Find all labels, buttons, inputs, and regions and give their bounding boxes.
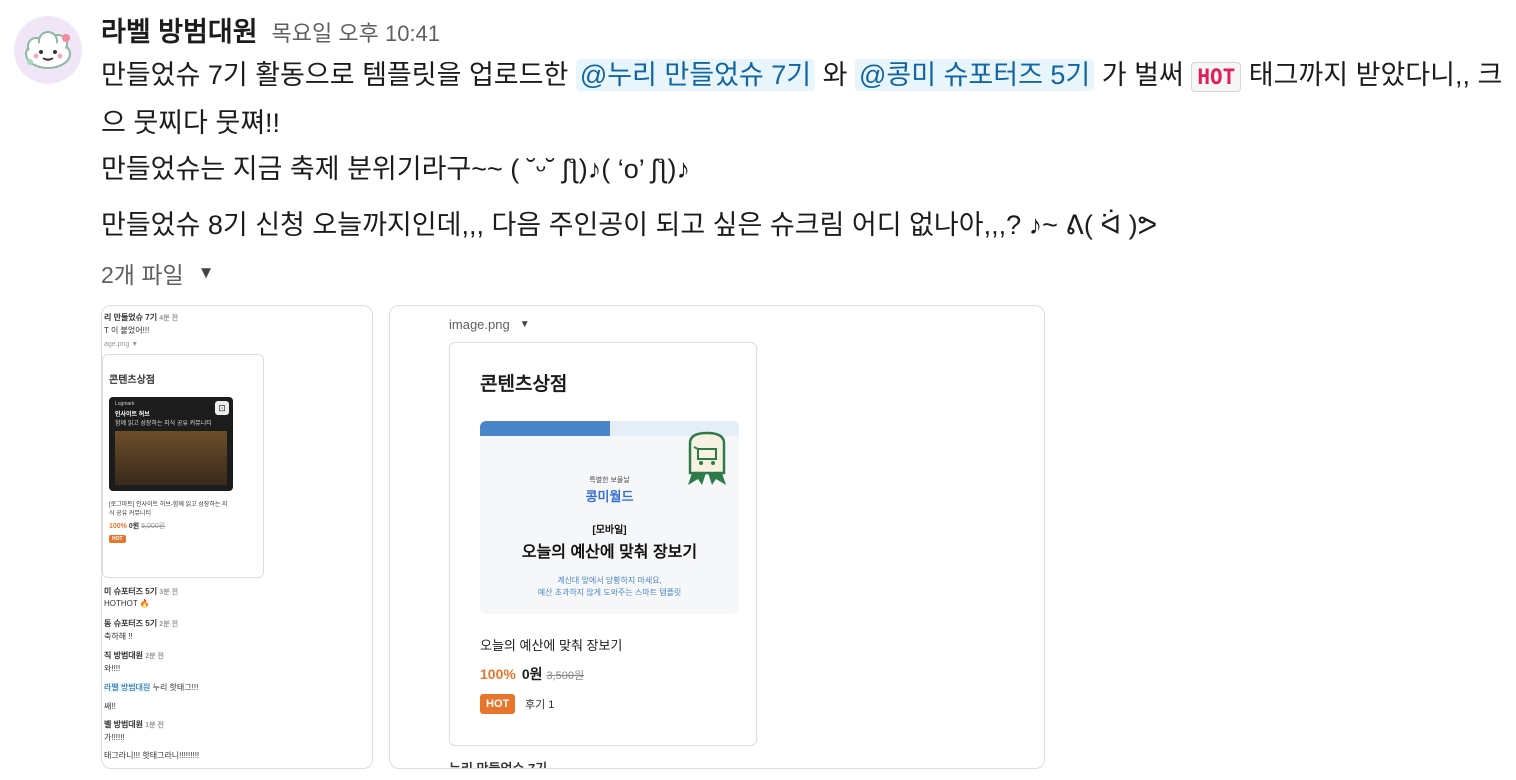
mini-desc: [로그마트] 인사이트 허브-함께 읽고 성장하는 지식 공유 커뮤니티 — [109, 502, 228, 517]
hot-code-tag: HOT — [1191, 62, 1242, 92]
avatar[interactable] — [14, 16, 82, 84]
store-card-title: 콘텐츠상점 — [480, 374, 568, 395]
review-count: 후기 1 — [525, 699, 555, 711]
mini-row: 와!!!! — [104, 664, 121, 673]
message-text: 만들었슈 7기 활동으로 템플릿을 업로드한 — [101, 60, 576, 90]
caret-down-icon: ▼ — [519, 319, 530, 330]
thumb-title: 오늘의 예산에 맞춰 장보기 — [521, 544, 698, 561]
mini-row: age.png ▼ — [104, 341, 139, 348]
cart-icon: ⊡ — [215, 401, 229, 415]
mini-hot-badge: HOT — [109, 535, 126, 543]
thumb-category: [모바일] — [592, 525, 627, 536]
mini-thumb-title: 인사이트 허브 — [115, 412, 150, 418]
message-text: 와 — [815, 60, 855, 90]
mini-row: 쌔!! — [104, 702, 116, 711]
files-count-label: 2개 파일 — [101, 262, 184, 288]
message-line-3: 만들었슈 8기 신청 오늘까지인데,,, 다음 주인공이 되고 싶은 슈크림 어… — [101, 210, 1158, 240]
mini-thumbnail: Logmark 인사이트 허브 함께 읽고 성장하는 지식 공유 커뮤니티 ⊡ — [109, 397, 233, 491]
file-name-toggle[interactable]: image.png ▼ — [449, 317, 530, 332]
product-price: 100% 0원 3,500원 — [480, 664, 584, 684]
caret-down-icon: ▼ — [197, 263, 215, 282]
message-body: 만들었슈 7기 활동으로 템플릿을 업로드한 @누리 만들었슈 7기 와 @콩미… — [101, 52, 1511, 248]
bread-badge-icon — [688, 431, 726, 485]
files-toggle[interactable]: 2개 파일 ▼ — [101, 256, 215, 290]
mini-row: 리 만들었슈 7기 4분 전 — [104, 313, 179, 322]
product-name: 오늘의 예산에 맞춰 장보기 — [480, 638, 623, 653]
original-price: 3,500원 — [546, 670, 585, 682]
mini-row: T 이 붙었어!!! — [104, 326, 150, 335]
sale-price: 0원 — [521, 666, 543, 682]
user-mention[interactable]: @누리 만들었슈 7기 — [575, 59, 816, 91]
mini-thumb-brand: Logmark — [115, 401, 135, 407]
cloud-character-icon — [25, 31, 71, 69]
mini-price: 100% 0원 5,000원 — [109, 523, 166, 530]
thumb-bar — [480, 421, 610, 436]
message-header: 라벨 방범대원 목요일 오후 10:41 — [101, 10, 440, 49]
file-name: image.png — [449, 317, 510, 332]
store-card: 콘텐츠상점 특별한 보물날 콩미월드 [모바일] 오늘의 예산에 맞춰 장보기 … — [449, 342, 757, 746]
mini-row: HOTHOT 🔥 — [104, 599, 150, 608]
message-text: 가 벌써 — [1094, 60, 1192, 90]
mini-card-title: 콘텐츠상점 — [109, 375, 155, 386]
file-preview-2[interactable]: image.png ▼ 콘텐츠상점 특별한 보물날 콩미월드 [모바일] 오늘의… — [389, 305, 1045, 769]
thumb-brand: 콩미월드 — [585, 489, 634, 504]
mini-row: 가!!!!!! — [104, 733, 125, 742]
mini-store-card: 콘텐츠상점 Logmark 인사이트 허브 함께 읽고 성장하는 지식 공유 커… — [102, 354, 264, 578]
mini-row: 축하해 !! — [104, 632, 133, 641]
product-thumbnail: 특별한 보물날 콩미월드 [모바일] 오늘의 예산에 맞춰 장보기 계산대 앞에… — [480, 421, 739, 614]
mini-row: 미 슈포터즈 5기 3분 전 — [104, 587, 179, 596]
mini-row: 태그라니!!! 핫태그라니!!!!!!!!! — [104, 751, 200, 760]
mini-thumb-sub: 함께 읽고 성장하는 지식 공유 커뮤니티 — [115, 421, 212, 427]
author-name[interactable]: 라벨 방범대원 — [101, 10, 258, 49]
user-mention[interactable]: @콩미 슈포터즈 5기 — [854, 59, 1095, 91]
mini-thumb-photo — [115, 431, 227, 485]
message-timestamp[interactable]: 목요일 오후 10:41 — [272, 16, 440, 48]
mini-row: 동 슈포터즈 5기 2분 전 — [104, 619, 179, 628]
hot-badge: HOT — [480, 694, 516, 714]
mini-row: 벨 방범대원 1분 전 — [104, 720, 164, 729]
discount-percent: 100% — [480, 666, 516, 682]
file-preview-1[interactable]: 리 만들었슈 7기 4분 전 T 이 붙었어!!! age.png ▼ 콘텐츠상… — [101, 305, 373, 769]
message-line-1: 만들었슈 7기 활동으로 템플릿을 업로드한 @누리 만들었슈 7기 와 @콩미… — [101, 52, 1511, 146]
message-line-2: 만들었슈는 지금 축제 분위기라구~~ ( ˘ᵕ˘ ʃƪ)♪( ‘o’ ʃƪ)♪ — [101, 154, 690, 184]
thumb-desc: 계산대 앞에서 당황하지 마세요, 예산 초과하지 않게 도와주는 스마트 템플릿 — [537, 576, 682, 597]
mini-row: 직 방범대원 2분 전 — [104, 651, 164, 660]
cutoff-text: 누리 만들었슈 7기 — [449, 761, 548, 769]
mini-row: 라벨 방범대원 누리 핫태그!!! — [104, 683, 199, 692]
